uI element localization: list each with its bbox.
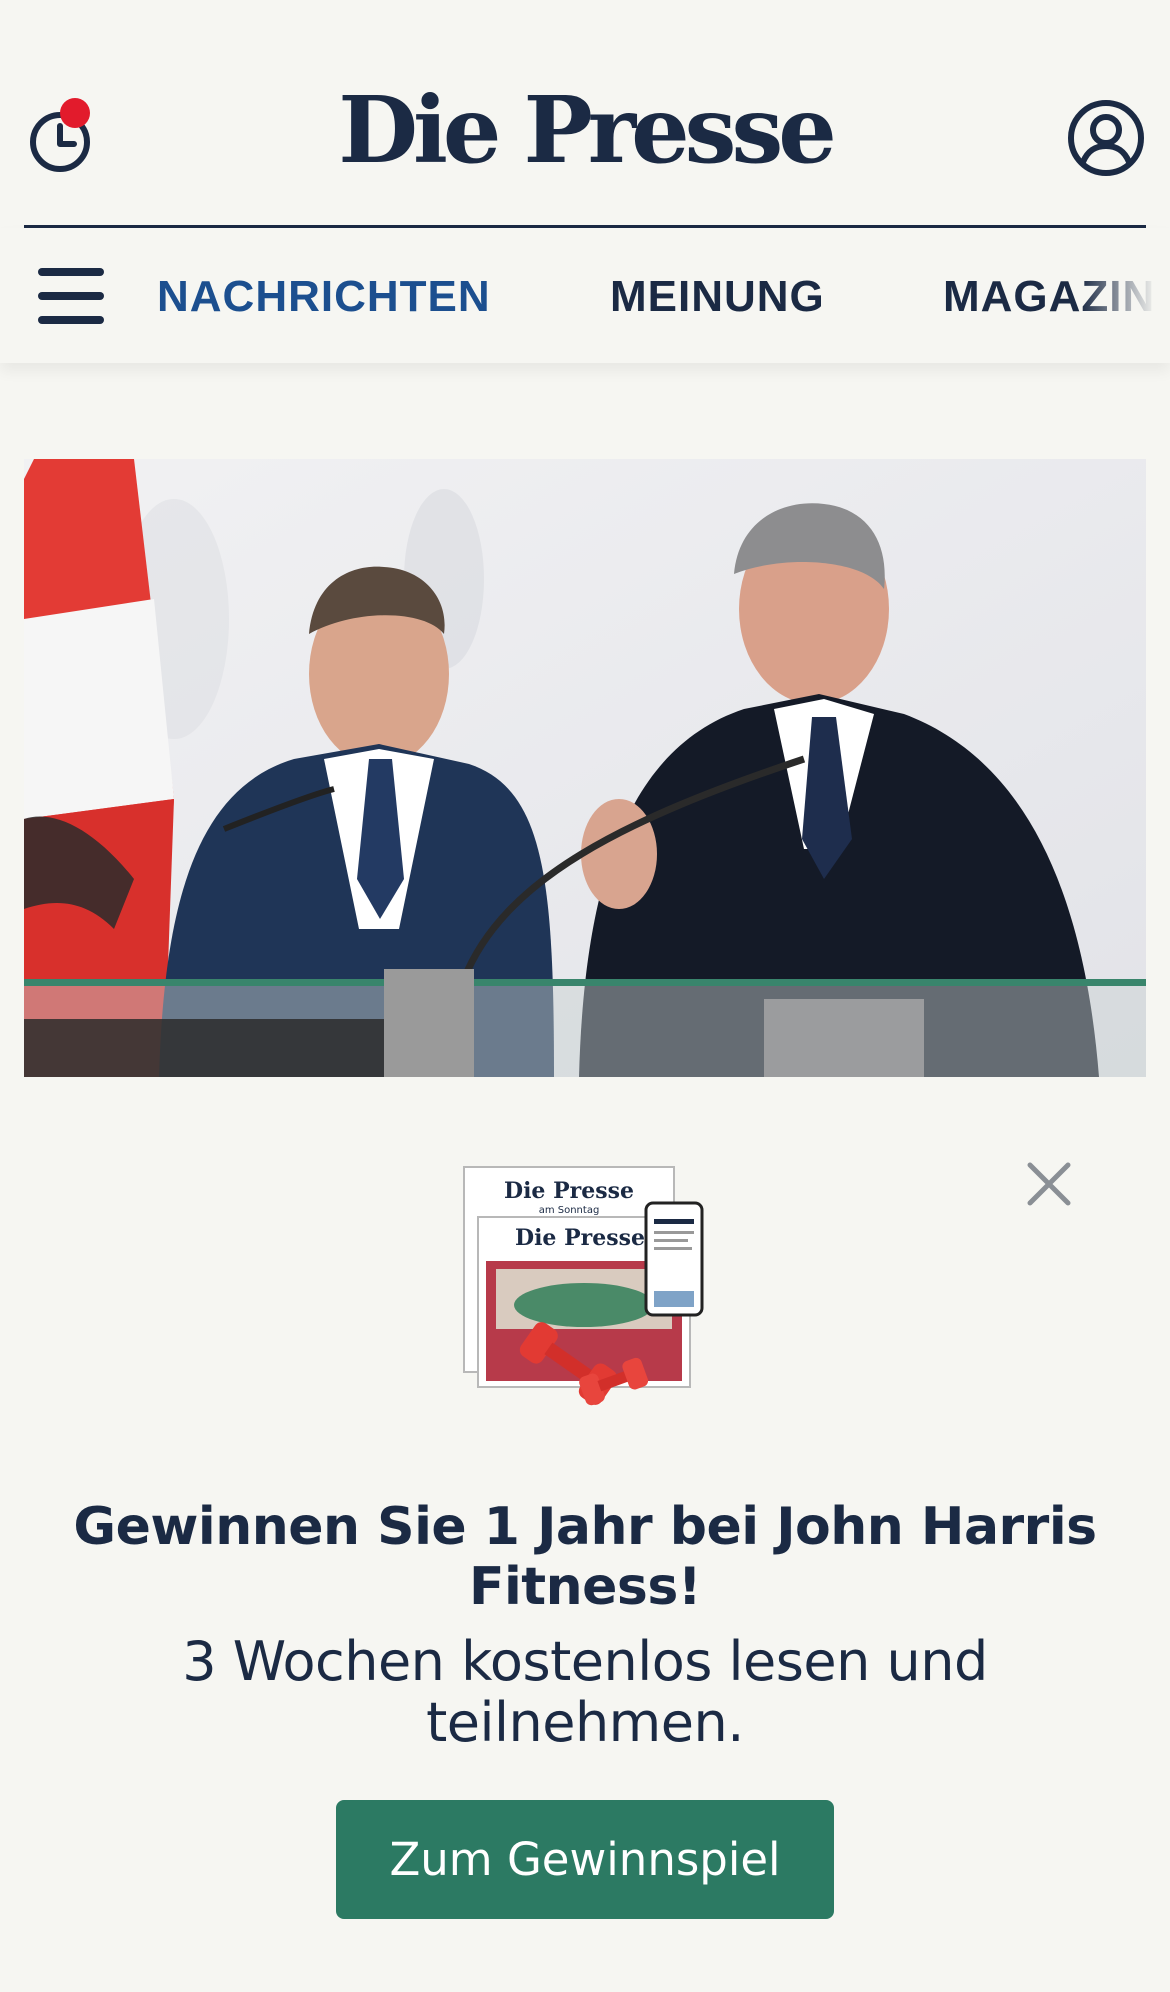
user-circle-icon [1068,100,1144,176]
promo-art-logo-sunday: Die Presse [504,1178,634,1204]
hamburger-menu-icon[interactable] [38,268,106,324]
close-icon[interactable] [1024,1159,1074,1209]
newspaper-promo-illustration: Die Presse am Sonntag Die Presse [462,1165,708,1407]
nav-scroll-fade [1080,228,1170,363]
promo-subtitle: 3 Wochen kostenlos lesen und teilnehmen. [182,1630,988,1754]
subscription-promo-overlay: Die Presse am Sonntag Die Presse Gewinne… [0,1077,1170,1992]
article-hero-image[interactable] [24,459,1146,1077]
nav-item-meinung[interactable]: MEINUNG [610,272,825,322]
press-conference-photo [24,459,1146,1077]
profile-button[interactable] [1066,98,1146,178]
section-nav: NACHRICHTEN MEINUNG MAGAZIN [0,228,1170,363]
site-logo[interactable]: Die Presse [0,80,1170,180]
nav-item-nachrichten[interactable]: NACHRICHTEN [157,272,491,322]
site-header: Die Presse [0,0,1170,228]
promo-art-logo-daily: Die Presse [515,1225,645,1251]
cta-button-gewinnspiel[interactable]: Zum Gewinnspiel [336,1800,834,1919]
promo-art-logo-sunday-sub: am Sonntag [539,1205,600,1216]
promo-title: Gewinnen Sie 1 Jahr bei John Harris Fitn… [73,1497,1097,1617]
